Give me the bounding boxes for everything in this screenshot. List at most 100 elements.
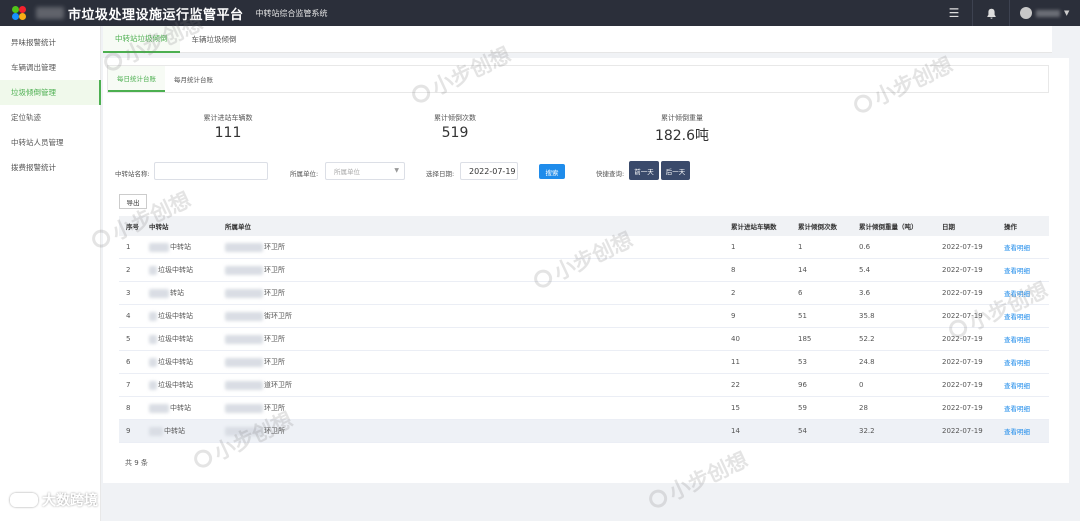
view-detail-link[interactable]: 查看明细 (1004, 265, 1049, 275)
quick-query-label: 快捷查询: (596, 170, 625, 178)
tab-monthly-ledger[interactable]: 每月统计台账 (165, 66, 222, 92)
col-date-header: 日期 (942, 223, 955, 231)
next-day-button[interactable]: 后一天 (661, 161, 690, 180)
primary-tabs: 中转站垃圾倾倒 车辆垃圾倾倒 (103, 26, 1052, 53)
cell-station: 中转站 (149, 403, 225, 413)
cell-unit: 环卫所 (225, 357, 731, 367)
table-row: 3 转站 环卫所 2 6 3.6 2022-07-19 查看明细 (119, 282, 1049, 305)
redacted-username (1036, 9, 1060, 17)
export-button[interactable]: 导出 (119, 194, 147, 209)
sidebar-item-odor-alarm[interactable]: 异味报警统计 (0, 30, 100, 55)
table-row: 7 垃圾中转站 道环卫所 22 96 0 2022-07-19 查看明细 (119, 374, 1049, 397)
col-vehicles-header: 累计进站车辆数 (731, 223, 777, 231)
view-detail-link[interactable]: 查看明细 (1004, 242, 1049, 252)
app-logo-icon (12, 6, 26, 20)
stat-label: 累计进站车辆数 (203, 114, 253, 122)
app-subtitle: 中转站综合监管系统 (255, 8, 328, 18)
view-detail-link[interactable]: 查看明细 (1004, 357, 1049, 367)
table-row: 9 中转站 环卫所 14 54 32.2 2022-07-19 查看明细 (119, 420, 1049, 443)
caret-down-icon: ▼ (1064, 9, 1070, 17)
stat-label: 累计倾倒重量 (661, 114, 703, 122)
col-index-header: 序号 (126, 223, 139, 231)
data-table: 序号 中转站 所属单位 累计进站车辆数 累计倾倒次数 累计倾倒重量（吨） 日期 … (119, 216, 1049, 443)
user-menu[interactable]: ▼ (1010, 0, 1080, 26)
table-row: 8 中转站 环卫所 15 59 28 2022-07-19 查看明细 (119, 397, 1049, 420)
top-bar: 市垃圾处理设施运行监管平台 中转站综合监管系统 ☰ ▼ (0, 0, 1080, 26)
sidebar-item-location-track[interactable]: 定位轨迹 (0, 105, 100, 130)
cell-station: 垃圾中转站 (149, 357, 225, 367)
avatar-icon (1020, 7, 1032, 19)
col-action-header: 操作 (1004, 223, 1017, 231)
footer-watermark: 大数跨境 (10, 490, 98, 510)
col-unit-header: 所属单位 (225, 223, 251, 231)
redacted-city-name (36, 7, 64, 19)
sidebar-item-garbage-dump[interactable]: 垃圾倾倒管理 (0, 80, 101, 105)
cell-station: 中转站 (149, 426, 225, 436)
stat-value: 182.6吨 (654, 128, 710, 144)
app-title: 市垃圾处理设施运行监管平台 (68, 7, 244, 23)
cell-station: 转站 (149, 288, 225, 298)
top-right-tools: ☰ ▼ (936, 0, 1080, 26)
cell-unit: 环卫所 (225, 265, 731, 275)
sidebar-item-label: 中转站人员管理 (11, 138, 64, 147)
bell-icon[interactable] (973, 0, 1009, 26)
col-weight-header: 累计倾倒重量（吨） (859, 223, 918, 231)
stat-value: 519 (441, 125, 469, 141)
sidebar-item-label: 拨费报警统计 (11, 163, 56, 172)
cell-station: 中转站 (149, 242, 225, 252)
view-detail-link[interactable]: 查看明细 (1004, 288, 1049, 298)
stat-weight: 累计倾倒重量 182.6吨 (607, 113, 757, 145)
hamburger-icon[interactable]: ☰ (936, 0, 972, 26)
watermark-logo-icon (646, 486, 671, 511)
secondary-tabs: 每日统计台账 每月统计台账 (107, 65, 1049, 93)
sidebar-item-vehicle-dispatch[interactable]: 车辆调出管理 (0, 55, 100, 80)
table-row: 5 垃圾中转站 环卫所 40 185 52.2 2022-07-19 查看明细 (119, 328, 1049, 351)
chevron-down-icon: ▼ (394, 167, 399, 174)
footer-logo-icon (10, 493, 38, 507)
date-input[interactable]: 2022-07-19 (460, 162, 518, 180)
cell-unit: 环卫所 (225, 334, 731, 344)
view-detail-link[interactable]: 查看明细 (1004, 426, 1049, 436)
view-detail-link[interactable]: 查看明细 (1004, 311, 1049, 321)
sidebar: 异味报警统计 车辆调出管理 垃圾倾倒管理 定位轨迹 中转站人员管理 拨费报警统计 (0, 26, 101, 521)
cell-unit: 环卫所 (225, 403, 731, 413)
cell-unit: 环卫所 (225, 242, 731, 252)
date-label: 选择日期: (426, 170, 455, 178)
cell-station: 垃圾中转站 (149, 334, 225, 344)
station-name-label: 中转站名称: (115, 170, 150, 178)
unit-select[interactable]: 所属单位 ▼ (325, 162, 405, 180)
view-detail-link[interactable]: 查看明细 (1004, 403, 1049, 413)
cell-unit: 环卫所 (225, 426, 731, 436)
cell-station: 垃圾中转站 (149, 380, 225, 390)
table-row: 2 垃圾中转站 环卫所 8 14 5.4 2022-07-19 查看明细 (119, 259, 1049, 282)
stat-label: 累计倾倒次数 (434, 114, 476, 122)
cell-unit: 道环卫所 (225, 380, 731, 390)
table-header: 序号 中转站 所属单位 累计进站车辆数 累计倾倒次数 累计倾倒重量（吨） 日期 … (119, 216, 1049, 236)
tab-vehicle-dump[interactable]: 车辆垃圾倾倒 (180, 26, 249, 53)
table-row: 6 垃圾中转站 环卫所 11 53 24.8 2022-07-19 查看明细 (119, 351, 1049, 374)
search-button[interactable]: 搜索 (539, 164, 565, 179)
cell-station: 垃圾中转站 (149, 311, 225, 321)
sidebar-item-fee-alarm[interactable]: 拨费报警统计 (0, 155, 100, 180)
sidebar-item-staff[interactable]: 中转站人员管理 (0, 130, 100, 155)
stat-vehicles: 累计进站车辆数 111 (153, 113, 303, 141)
cell-unit: 街环卫所 (225, 311, 731, 321)
cell-unit: 环卫所 (225, 288, 731, 298)
tab-station-dump[interactable]: 中转站垃圾倾倒 (103, 26, 180, 53)
view-detail-link[interactable]: 查看明细 (1004, 380, 1049, 390)
col-station-header: 中转站 (149, 223, 169, 231)
sidebar-item-label: 垃圾倾倒管理 (11, 88, 56, 97)
station-name-input[interactable] (154, 162, 268, 180)
stat-dumps: 累计倾倒次数 519 (380, 113, 530, 141)
table-row: 1 中转站 环卫所 1 1 0.6 2022-07-19 查看明细 (119, 236, 1049, 259)
table-row: 4 垃圾中转站 街环卫所 9 51 35.8 2022-07-19 查看明细 (119, 305, 1049, 328)
prev-day-button[interactable]: 前一天 (629, 161, 659, 180)
table-total-count: 共 9 条 (125, 459, 148, 467)
view-detail-link[interactable]: 查看明细 (1004, 334, 1049, 344)
unit-label: 所属单位: (290, 170, 319, 178)
sidebar-item-label: 异味报警统计 (11, 38, 56, 47)
tab-daily-ledger[interactable]: 每日统计台账 (108, 66, 165, 92)
sidebar-item-label: 车辆调出管理 (11, 63, 56, 72)
main-card: 每日统计台账 每月统计台账 累计进站车辆数 111 累计倾倒次数 519 累计倾… (103, 58, 1069, 483)
sidebar-item-label: 定位轨迹 (11, 113, 41, 122)
